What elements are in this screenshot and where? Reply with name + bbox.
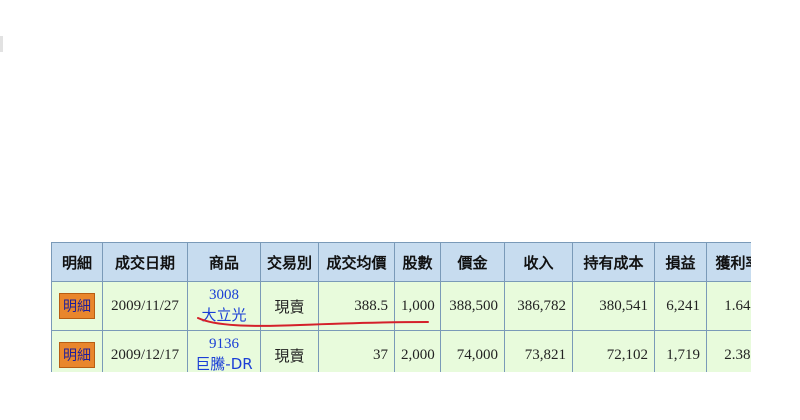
pnl-cell: 1,719 [654, 330, 707, 372]
detail-button[interactable]: 明細 [59, 342, 95, 368]
income-cell: 386,782 [504, 281, 573, 331]
product-cell: 9136 巨騰-DR [187, 330, 261, 372]
cost-cell: 72,102 [572, 330, 655, 372]
detail-button[interactable]: 明細 [59, 293, 95, 319]
detail-cell: 明細 [51, 281, 103, 331]
date-cell: 2009/11/27 [102, 281, 188, 331]
detail-cell: 明細 [51, 330, 103, 372]
header-product: 商品 [187, 242, 261, 282]
header-pnl: 損益 [654, 242, 707, 282]
edge-mark [0, 36, 3, 52]
header-trade-type: 交易別 [260, 242, 319, 282]
pnl-cell: 6,241 [654, 281, 707, 331]
trade-type-cell: 現賣 [260, 330, 319, 372]
shares-cell: 2,000 [394, 330, 441, 372]
return-rate-cell: 2.38% [706, 330, 751, 372]
header-cost: 持有成本 [572, 242, 655, 282]
income-cell: 73,821 [504, 330, 573, 372]
product-name-link[interactable]: 巨騰-DR [194, 353, 254, 372]
header-income: 收入 [504, 242, 573, 282]
header-avg-price: 成交均價 [318, 242, 395, 282]
cost-cell: 380,541 [572, 281, 655, 331]
trade-history-table: 明細 成交日期 商品 交易別 成交均價 股數 價金 收入 持有成本 損益 獲利率… [51, 242, 751, 372]
product-code-link[interactable]: 9136 [194, 335, 254, 353]
shares-cell: 1,000 [394, 281, 441, 331]
amount-cell: 388,500 [440, 281, 505, 331]
header-amount: 價金 [440, 242, 505, 282]
header-date: 成交日期 [102, 242, 188, 282]
trade-table-container: 明細 成交日期 商品 交易別 成交均價 股數 價金 收入 持有成本 損益 獲利率… [51, 242, 751, 372]
avg-price-cell: 37 [318, 330, 395, 372]
table-row: 明細 2009/12/17 9136 巨騰-DR 現賣 37 2,000 74,… [51, 330, 751, 372]
header-return-rate: 獲利率 [706, 242, 751, 282]
return-rate-cell: 1.64% [706, 281, 751, 331]
amount-cell: 74,000 [440, 330, 505, 372]
table-row: 明細 2009/11/27 3008 大立光 現賣 388.5 1,000 38… [51, 281, 751, 331]
product-name-link[interactable]: 大立光 [194, 304, 254, 326]
trade-type-cell: 現賣 [260, 281, 319, 331]
product-code-link[interactable]: 3008 [194, 286, 254, 304]
product-cell: 3008 大立光 [187, 281, 261, 331]
date-cell: 2009/12/17 [102, 330, 188, 372]
avg-price-cell: 388.5 [318, 281, 395, 331]
header-shares: 股數 [394, 242, 441, 282]
header-detail: 明細 [51, 242, 103, 282]
table-header-row: 明細 成交日期 商品 交易別 成交均價 股數 價金 收入 持有成本 損益 獲利率 [51, 242, 751, 282]
